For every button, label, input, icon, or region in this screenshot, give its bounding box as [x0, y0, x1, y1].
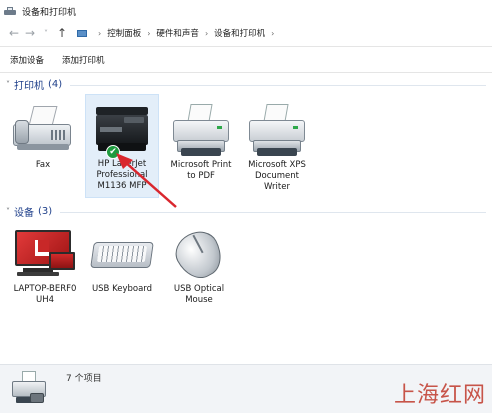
- printer-item-microsoft-print-to-pdf[interactable]: Microsoft Print to PDF: [164, 104, 238, 182]
- fax-icon: [11, 104, 75, 158]
- item-label: Microsoft XPS Document Writer: [248, 160, 306, 192]
- item-count: 7 个项目: [66, 374, 102, 384]
- divider: [0, 46, 492, 47]
- add-printer-button[interactable]: 添加打印机: [62, 54, 105, 66]
- device-item-usb-mouse[interactable]: USB Optical Mouse: [162, 224, 236, 306]
- item-label: HP LaserJet Professional M1136 MFP: [96, 159, 148, 191]
- back-icon[interactable]: ←: [6, 25, 22, 41]
- printer-item-fax[interactable]: Fax: [6, 104, 80, 171]
- watermark: 上海红网: [393, 383, 486, 408]
- title-bar: 设备和打印机: [0, 0, 492, 22]
- breadcrumb-separator: ›: [147, 28, 151, 38]
- control-panel-icon: [76, 28, 88, 38]
- printer-camera-icon: [10, 371, 48, 409]
- breadcrumb-control-panel[interactable]: 控制面板: [107, 27, 141, 39]
- group-count: (3): [38, 206, 53, 217]
- up-icon[interactable]: ↑: [54, 25, 70, 41]
- device-item-usb-keyboard[interactable]: USB Keyboard: [85, 228, 159, 295]
- printer-item-microsoft-xps-writer[interactable]: Microsoft XPS Document Writer: [240, 104, 314, 193]
- item-label: Microsoft Print to PDF: [170, 160, 232, 181]
- window-title: 设备和打印机: [22, 7, 77, 18]
- printer-item-hp-laserjet[interactable]: ✔ HP LaserJet Professional M1136 MFP: [85, 94, 159, 198]
- keyboard-icon: [90, 228, 154, 282]
- command-bar: 添加设备 添加打印机: [0, 50, 492, 70]
- item-label: USB Optical Mouse: [173, 284, 225, 305]
- printers-group-header[interactable]: ˅ 打印机 (4): [6, 77, 486, 92]
- divider: [0, 72, 492, 73]
- add-device-button[interactable]: 添加设备: [10, 54, 44, 66]
- item-label: USB Keyboard: [91, 284, 153, 294]
- hp-laserjet-mfp-icon: ✔: [90, 103, 154, 159]
- address-bar: ← → ˅ ↑ › 控制面板 › 硬件和声音 › 设备和打印机 ›: [0, 22, 492, 44]
- recent-dropdown-icon[interactable]: ˅: [38, 25, 54, 41]
- divider: [60, 212, 486, 213]
- breadcrumb-separator: ›: [271, 28, 275, 38]
- printer-icon: [245, 104, 309, 158]
- chevron-down-icon[interactable]: ˅: [6, 207, 10, 216]
- item-label: LAPTOP-BERF0 UH4: [13, 284, 77, 305]
- devices-group-header[interactable]: ˅ 设备 (3): [6, 204, 486, 219]
- breadcrumb-devices-printers[interactable]: 设备和打印机: [214, 27, 265, 39]
- computer-icon: [13, 228, 77, 282]
- item-label: Fax: [35, 160, 51, 170]
- printer-icon: [169, 104, 233, 158]
- breadcrumb-separator: ›: [98, 28, 102, 38]
- chevron-down-icon[interactable]: ˅: [6, 80, 10, 89]
- group-title: 打印机: [14, 81, 44, 92]
- breadcrumb-hardware-sound[interactable]: 硬件和声音: [156, 27, 199, 39]
- breadcrumb-separator: ›: [204, 28, 209, 38]
- forward-icon[interactable]: →: [22, 25, 38, 41]
- divider: [70, 85, 486, 86]
- group-count: (4): [48, 79, 63, 90]
- device-item-laptop[interactable]: LAPTOP-BERF0 UH4: [8, 228, 82, 306]
- devices-printers-icon: [4, 6, 16, 16]
- group-title: 设备: [14, 208, 34, 219]
- breadcrumb: › 控制面板 › 硬件和声音 › 设备和打印机 ›: [76, 27, 280, 39]
- default-printer-check-icon: ✔: [106, 145, 120, 159]
- mouse-icon: [167, 224, 231, 286]
